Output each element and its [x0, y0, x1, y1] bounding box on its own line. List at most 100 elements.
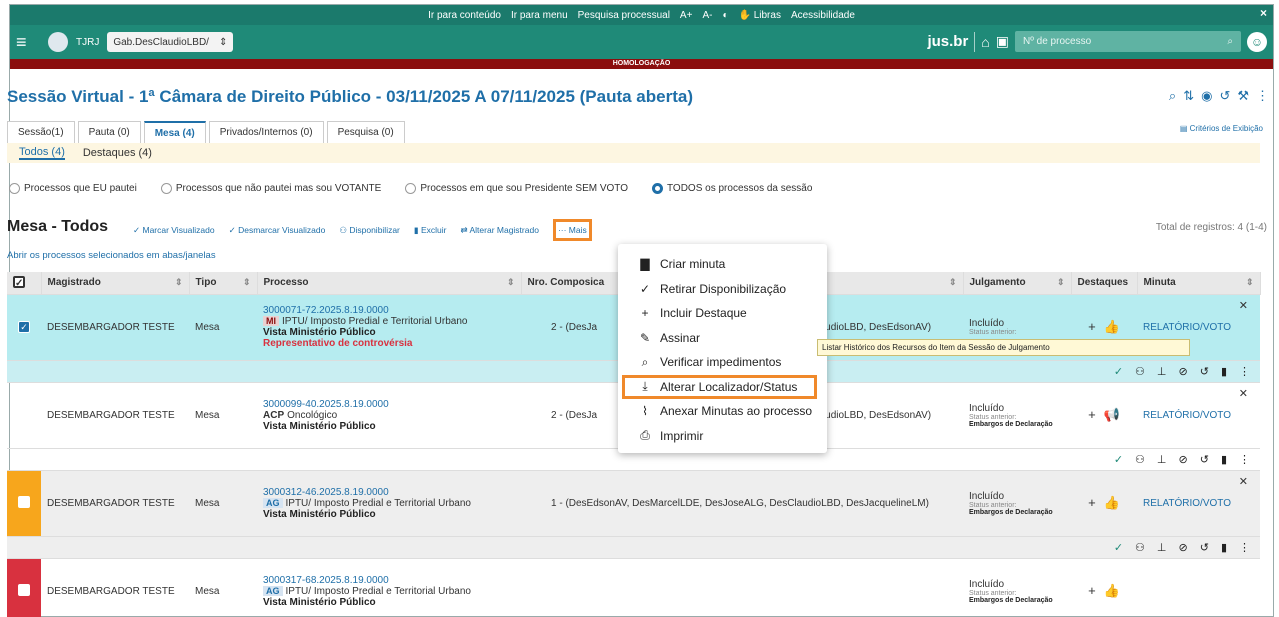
thumb-icon[interactable]: 👍	[1104, 319, 1120, 334]
font-decrease-button[interactable]: A-	[702, 10, 712, 21]
users-icon[interactable]: ⚇	[1135, 541, 1145, 554]
check-icon[interactable]: ✓	[1114, 365, 1123, 378]
sort-icon[interactable]: ⇕	[243, 277, 251, 288]
process-number-link[interactable]: 3000317-68.2025.8.19.0000	[263, 575, 515, 586]
home-icon[interactable]: ⌂	[981, 34, 989, 50]
process-number-link[interactable]: 3000071-72.2025.8.19.0000	[263, 305, 515, 316]
filter-eu-pautei[interactable]: Processos que EU pautei	[9, 183, 137, 194]
subtab-todos[interactable]: Todos (4)	[19, 146, 65, 160]
process-search-input[interactable]: Nº de processo ⌕	[1015, 31, 1241, 52]
row-checkbox[interactable]: ✓	[18, 321, 30, 333]
sort-icon[interactable]: ⇕	[949, 277, 957, 288]
mark-viewed-button[interactable]: ✓ Marcar Visualizado	[133, 225, 215, 241]
excluir-button[interactable]: ▮ Excluir	[414, 225, 447, 241]
history-icon[interactable]: ↺	[1219, 88, 1230, 104]
sort-icon[interactable]: ⇅	[1183, 88, 1194, 104]
font-increase-button[interactable]: A+	[680, 10, 693, 21]
pin-icon[interactable]: ⊥	[1157, 541, 1167, 554]
search-icon[interactable]: ⌕	[1169, 88, 1176, 104]
link-skip-menu[interactable]: Ir para menu	[511, 10, 568, 21]
more-vertical-icon[interactable]: ⋮	[1239, 365, 1250, 378]
minuta-link[interactable]: RELATÓRIO/VOTO	[1143, 322, 1231, 333]
menu-item-retirar-disponibilizacao[interactable]: ✓ Retirar Disponibilização	[618, 277, 827, 302]
alterar-magistrado-button[interactable]: ⇄ Alterar Magistrado	[460, 225, 538, 241]
block-icon[interactable]: ⊘	[1179, 541, 1188, 554]
header-magistrado[interactable]: Magistrado ⇕	[41, 272, 190, 294]
user-icon[interactable]: ☺	[1247, 31, 1267, 52]
link-process-search[interactable]: Pesquisa processual	[578, 10, 670, 21]
radio-button[interactable]	[405, 183, 417, 194]
menu-item-alterar-localizador[interactable]: ⤓ Alterar Localizador/Status	[622, 374, 817, 399]
unmark-viewed-button[interactable]: ✓ Desmarcar Visualizado	[229, 225, 326, 241]
tab-privados[interactable]: Privados/Internos (0)	[208, 121, 324, 144]
disponibilizar-button[interactable]: ⚇ Disponibilizar	[339, 225, 400, 241]
org-select[interactable]: Gab.DesClaudioLBD/ ⇕	[107, 32, 234, 52]
pin-icon[interactable]: ⊥	[1157, 453, 1167, 466]
accessibility-link[interactable]: Acessibilidade	[791, 10, 855, 21]
pin-icon[interactable]: ⊥	[1157, 365, 1167, 378]
header-julgamento[interactable]: Julgamento ⇕	[963, 272, 1072, 294]
add-highlight-icon[interactable]: +	[1088, 583, 1096, 598]
open-selected-link[interactable]: Abrir os processos selecionados em abas/…	[7, 250, 216, 261]
eye-icon[interactable]: ◉	[1201, 88, 1212, 104]
header-processo[interactable]: Processo ⇕	[257, 272, 522, 294]
row-select[interactable]: ✓	[7, 293, 41, 360]
select-all-checkbox[interactable]: ✓	[13, 276, 25, 289]
search-icon[interactable]: ⌕	[1227, 36, 1233, 47]
trash-icon[interactable]: ▮	[1221, 365, 1227, 378]
close-icon[interactable]: ✕	[1239, 475, 1248, 488]
row-checkbox[interactable]	[18, 407, 30, 420]
block-icon[interactable]: ⊘	[1179, 453, 1188, 466]
table-row[interactable]: DESEMBARGADOR TESTE Mesa 3000317-68.2025…	[7, 557, 1260, 617]
panel-icon[interactable]: ▣	[996, 33, 1009, 50]
thumb-icon[interactable]: 👍	[1104, 495, 1120, 510]
add-highlight-icon[interactable]: +	[1088, 407, 1096, 422]
close-icon[interactable]: ×	[1260, 6, 1267, 20]
radio-button[interactable]	[9, 183, 20, 194]
filter-votante[interactable]: Processos que não pautei mas sou VOTANTE	[160, 183, 381, 194]
menu-icon[interactable]: ≡	[16, 32, 42, 53]
subtab-destaques[interactable]: Destaques (4)	[83, 147, 152, 159]
menu-item-verificar-impedimentos[interactable]: ⌕ Verificar impedimentos	[618, 350, 827, 375]
close-icon[interactable]: ✕	[1239, 387, 1248, 400]
mais-button[interactable]: ··· Mais	[552, 219, 592, 241]
megaphone-icon[interactable]: 📢	[1104, 407, 1120, 422]
row-select[interactable]	[7, 469, 41, 536]
add-highlight-icon[interactable]: +	[1088, 495, 1096, 510]
sort-icon[interactable]: ⇕	[1246, 277, 1254, 288]
radio-button-selected[interactable]	[652, 183, 663, 194]
tab-sessao[interactable]: Sessão(1)	[7, 121, 75, 144]
process-number-link[interactable]: 3000312-46.2025.8.19.0000	[263, 487, 515, 498]
process-number-link[interactable]: 3000099-40.2025.8.19.0000	[263, 399, 515, 410]
trash-icon[interactable]: ▮	[1221, 453, 1227, 466]
thumb-icon[interactable]: 👍	[1104, 583, 1120, 598]
menu-item-incluir-destaque[interactable]: + Incluir Destaque	[618, 301, 827, 326]
contrast-icon[interactable]: ◐	[722, 10, 728, 21]
link-skip-content[interactable]: Ir para conteúdo	[428, 10, 501, 21]
check-icon[interactable]: ✓	[1114, 541, 1123, 554]
block-icon[interactable]: ⊘	[1179, 365, 1188, 378]
select-all-header[interactable]: ✓	[7, 272, 42, 294]
more-vertical-icon[interactable]: ⋮	[1256, 88, 1269, 104]
minuta-link[interactable]: RELATÓRIO/VOTO	[1143, 410, 1231, 421]
sort-icon[interactable]: ⇕	[507, 277, 515, 288]
add-highlight-icon[interactable]: +	[1088, 319, 1096, 334]
header-minuta[interactable]: Minuta ⇕	[1137, 272, 1261, 294]
filter-todos[interactable]: TODOS os processos da sessão	[652, 183, 812, 194]
row-checkbox[interactable]	[18, 495, 30, 508]
history-icon[interactable]: ↺	[1200, 453, 1209, 466]
tab-pesquisa[interactable]: Pesquisa (0)	[326, 121, 405, 144]
radio-button[interactable]	[160, 183, 172, 194]
tab-mesa[interactable]: Mesa (4)	[143, 121, 206, 144]
menu-item-assinar[interactable]: ✎ Assinar	[618, 326, 827, 351]
users-icon[interactable]: ⚇	[1135, 365, 1145, 378]
history-icon[interactable]: ↺	[1200, 541, 1209, 554]
close-icon[interactable]: ✕	[1239, 299, 1248, 312]
header-tipo[interactable]: Tipo ⇕	[189, 272, 258, 294]
users-icon[interactable]: ⚇	[1135, 453, 1145, 466]
gavel-icon[interactable]: ⚒	[1237, 88, 1249, 104]
menu-item-criar-minuta[interactable]: ▇ Criar minuta	[618, 252, 827, 277]
menu-item-imprimir[interactable]: ⎙ Imprimir	[618, 424, 827, 449]
trash-icon[interactable]: ▮	[1221, 541, 1227, 554]
menu-item-anexar-minutas[interactable]: ⌇ Anexar Minutas ao processo	[618, 399, 827, 424]
